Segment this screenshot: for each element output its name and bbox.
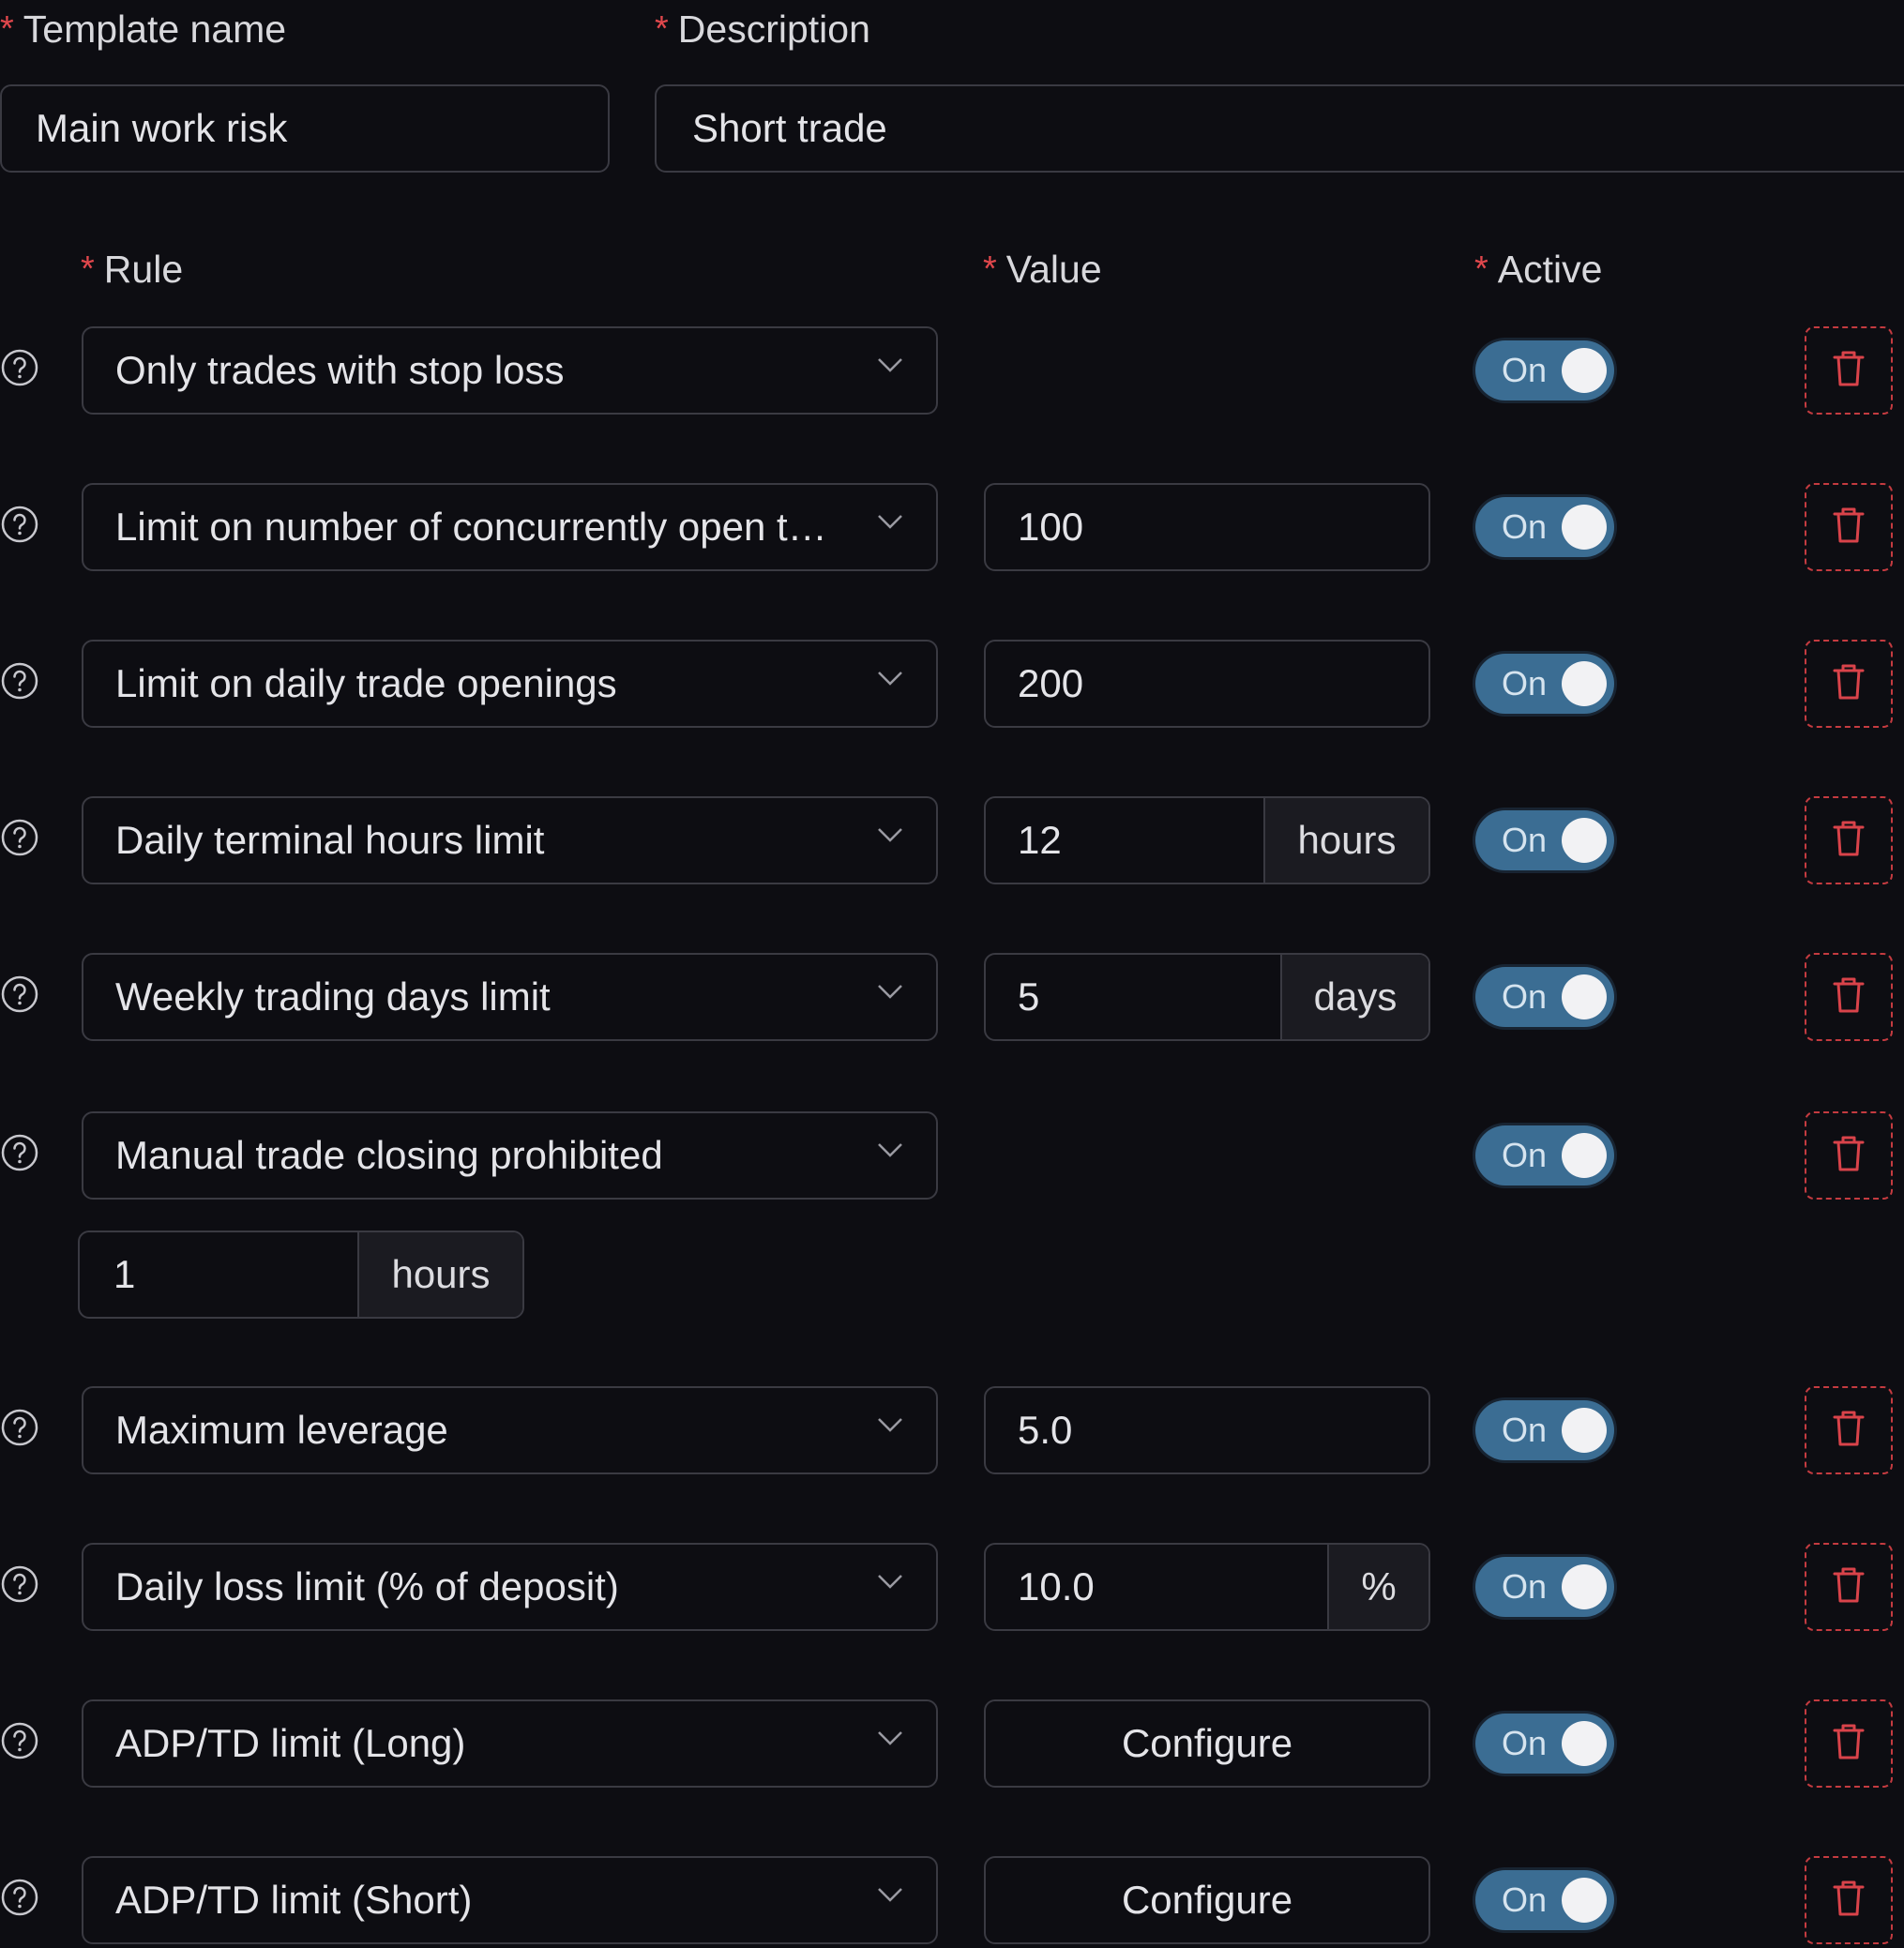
active-toggle[interactable]: On [1475, 1400, 1614, 1460]
chevron-down-icon [878, 1418, 902, 1432]
delete-rule-button[interactable] [1805, 1699, 1893, 1788]
value-input[interactable]: 200 [984, 640, 1430, 728]
help-circle-icon[interactable] [0, 1721, 39, 1760]
trash-icon [1830, 348, 1867, 394]
manual-close-hours-input[interactable]: 1 hours [78, 1231, 524, 1319]
chevron-down-icon [878, 828, 902, 842]
help-circle-icon[interactable] [0, 505, 39, 544]
toggle-knob [1562, 661, 1607, 706]
trash-icon [1830, 505, 1867, 551]
configure-button[interactable]: Configure [984, 1699, 1430, 1788]
rule-select[interactable]: Weekly trading days limit [82, 953, 938, 1041]
unit-addon: hours [357, 1232, 522, 1317]
delete-rule-button[interactable] [1805, 483, 1893, 571]
delete-rule-button[interactable] [1805, 326, 1893, 415]
template-name-label: * Template name [0, 7, 287, 51]
trash-icon [1830, 1878, 1867, 1924]
chevron-down-icon [878, 1731, 902, 1745]
trash-icon [1830, 661, 1867, 707]
delete-rule-button[interactable] [1805, 953, 1893, 1041]
toggle-knob [1562, 505, 1607, 550]
value-input[interactable]: 12 hours [984, 796, 1430, 884]
rule-select[interactable]: Maximum leverage [82, 1386, 938, 1474]
rule-select[interactable]: Daily terminal hours limit [82, 796, 938, 884]
configure-button[interactable]: Configure [984, 1856, 1430, 1944]
active-toggle[interactable]: On [1475, 810, 1614, 870]
help-circle-icon[interactable] [0, 818, 39, 857]
toggle-knob [1562, 1721, 1607, 1766]
rule-select[interactable]: Daily loss limit (% of deposit) [82, 1543, 938, 1631]
trash-icon [1830, 818, 1867, 864]
value-input[interactable]: 5 days [984, 953, 1430, 1041]
rule-select[interactable]: ADP/TD limit (Long) [82, 1699, 938, 1788]
unit-addon: % [1327, 1545, 1428, 1629]
value-input[interactable]: 5.0 [984, 1386, 1430, 1474]
chevron-down-icon [878, 358, 902, 372]
help-circle-icon[interactable] [0, 1408, 39, 1447]
trash-icon [1830, 1564, 1867, 1610]
rule-select[interactable]: Limit on number of concurrently open tr·… [82, 483, 938, 571]
chevron-down-icon [878, 1888, 902, 1902]
active-toggle[interactable]: On [1475, 340, 1614, 400]
active-toggle[interactable]: On [1475, 654, 1614, 714]
description-input[interactable]: Short trade [655, 84, 1904, 173]
delete-rule-button[interactable] [1805, 1856, 1893, 1944]
active-toggle[interactable]: On [1475, 967, 1614, 1027]
rule-column-header: * Rule [81, 247, 184, 291]
chevron-down-icon [878, 515, 902, 529]
trash-icon [1830, 1408, 1867, 1454]
delete-rule-button[interactable] [1805, 1111, 1893, 1200]
active-toggle[interactable]: On [1475, 1870, 1614, 1930]
toggle-knob [1562, 1878, 1607, 1923]
help-circle-icon[interactable] [0, 348, 39, 387]
delete-rule-button[interactable] [1805, 1543, 1893, 1631]
rule-select[interactable]: Limit on daily trade openings [82, 640, 938, 728]
toggle-knob [1562, 1408, 1607, 1453]
help-circle-icon[interactable] [0, 974, 39, 1014]
delete-rule-button[interactable] [1805, 796, 1893, 884]
trash-icon [1830, 1721, 1867, 1767]
active-toggle[interactable]: On [1475, 497, 1614, 557]
chevron-down-icon [878, 672, 902, 686]
active-column-header: * Active [1474, 247, 1603, 291]
description-label: * Description [655, 7, 870, 51]
unit-addon: hours [1263, 798, 1428, 883]
help-circle-icon[interactable] [0, 1564, 39, 1604]
chevron-down-icon [878, 1143, 902, 1157]
active-toggle[interactable]: On [1475, 1557, 1614, 1617]
help-circle-icon[interactable] [0, 661, 39, 701]
value-column-header: * Value [983, 247, 1102, 291]
delete-rule-button[interactable] [1805, 640, 1893, 728]
toggle-knob [1562, 348, 1607, 393]
help-circle-icon[interactable] [0, 1133, 39, 1172]
toggle-knob [1562, 974, 1607, 1019]
toggle-knob [1562, 818, 1607, 863]
rule-select[interactable]: Only trades with stop loss [82, 326, 938, 415]
rule-select[interactable]: ADP/TD limit (Short) [82, 1856, 938, 1944]
trash-icon [1830, 1133, 1867, 1179]
unit-addon: days [1280, 955, 1428, 1039]
active-toggle[interactable]: On [1475, 1125, 1614, 1185]
delete-rule-button[interactable] [1805, 1386, 1893, 1474]
value-input[interactable]: 100 [984, 483, 1430, 571]
chevron-down-icon [878, 1575, 902, 1589]
chevron-down-icon [878, 985, 902, 999]
toggle-knob [1562, 1564, 1607, 1609]
help-circle-icon[interactable] [0, 1878, 39, 1917]
template-name-input[interactable]: Main work risk [0, 84, 610, 173]
trash-icon [1830, 974, 1867, 1020]
value-input[interactable]: 10.0 % [984, 1543, 1430, 1631]
toggle-knob [1562, 1133, 1607, 1178]
rule-select[interactable]: Manual trade closing prohibited [82, 1111, 938, 1200]
active-toggle[interactable]: On [1475, 1714, 1614, 1774]
